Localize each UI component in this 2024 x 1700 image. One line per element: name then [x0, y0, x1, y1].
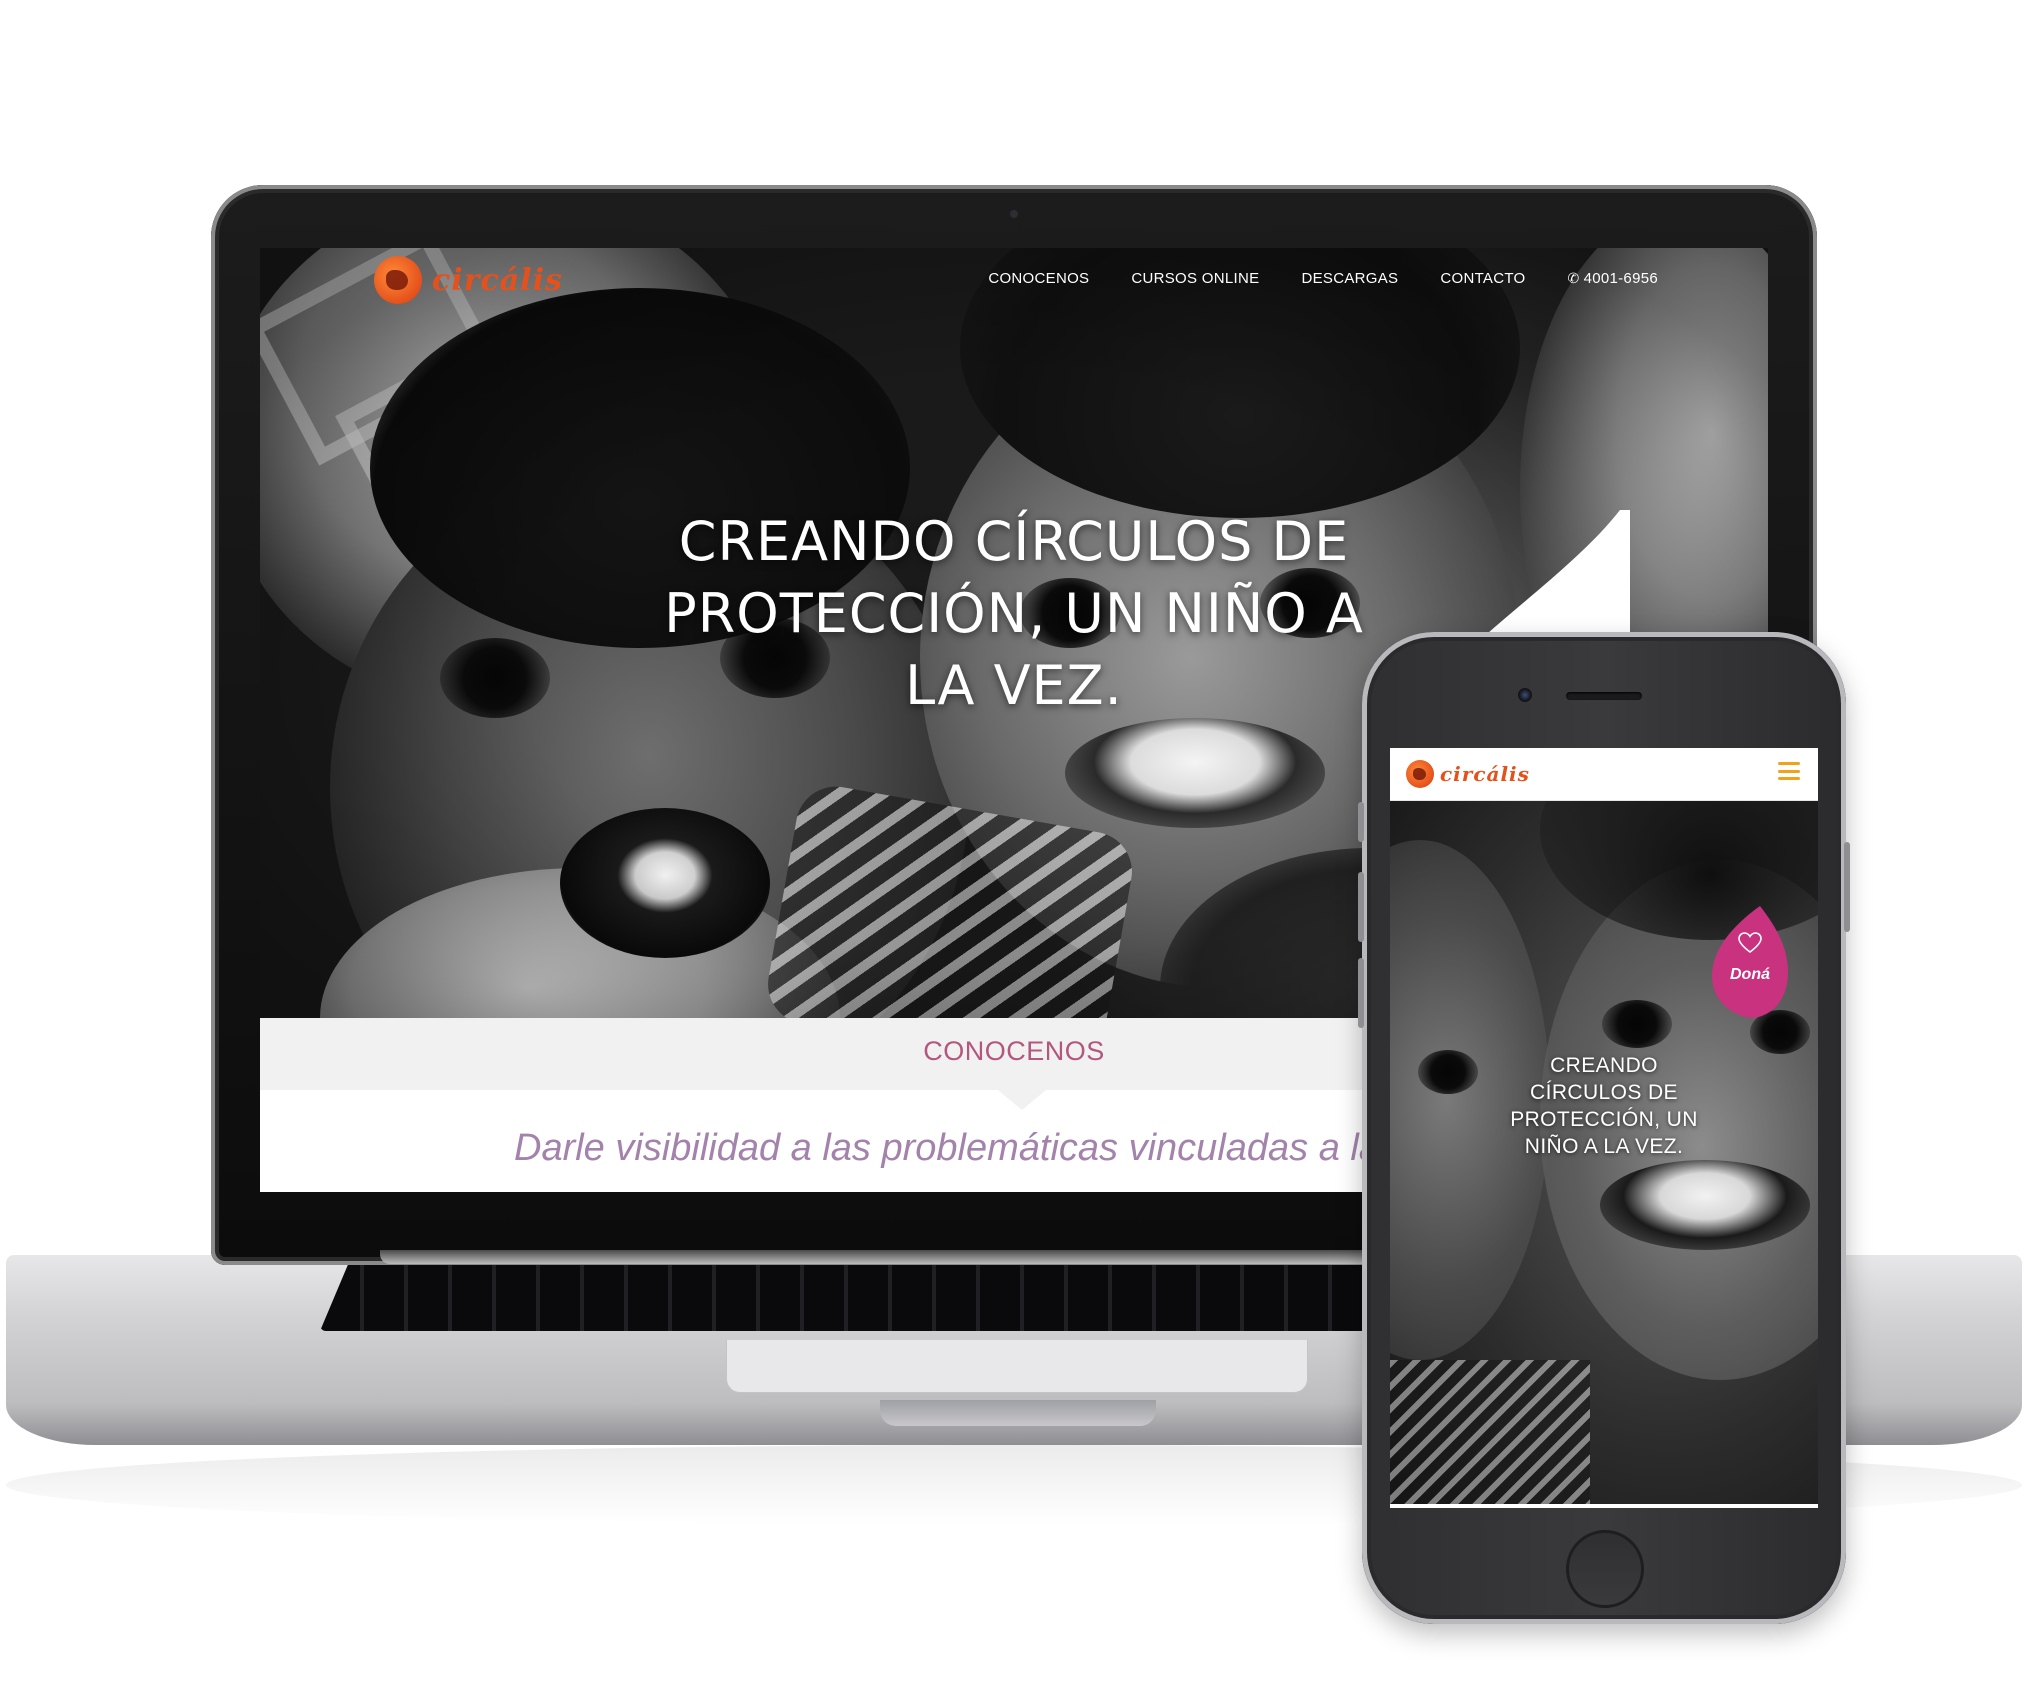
phone-screen: CREANDO CÍRCULOS DE PROTECCIÓN, UN NIÑO … — [1390, 748, 1818, 1508]
donate-leaf-shape — [1712, 906, 1788, 1018]
hamburger-menu-icon[interactable] — [1778, 762, 1800, 780]
device-mockup-scene: circális CONOCENOS CURSOS ONLINE DESCARG… — [0, 0, 2024, 1700]
mobile-hero-title-line: NIÑO A LA VEZ. — [1524, 1135, 1684, 1158]
nav-item-descargas[interactable]: DESCARGAS — [1301, 270, 1398, 287]
phone-camera — [1518, 688, 1532, 702]
mobile-hero-title-line: CREANDO — [1550, 1054, 1658, 1077]
laptop-camera — [1010, 210, 1018, 218]
site-logo[interactable]: circális — [374, 256, 563, 304]
phone-volume-up — [1358, 872, 1364, 942]
nav-item-cursos-online[interactable]: CURSOS ONLINE — [1131, 270, 1259, 287]
phone-speaker — [1566, 692, 1642, 700]
logo-mark-icon — [374, 256, 422, 304]
nav-links: CONOCENOS CURSOS ONLINE DESCARGAS CONTAC… — [988, 270, 1658, 287]
phone-volume-down — [1358, 958, 1364, 1028]
logo-mark-icon — [1406, 760, 1434, 788]
phone-power-button — [1844, 842, 1850, 932]
mobile-hero-title-line: PROTECCIÓN, UN — [1510, 1108, 1698, 1131]
nav-item-contacto[interactable]: CONTACTO — [1440, 270, 1525, 287]
mobile-hero-title: CREANDO CÍRCULOS DE PROTECCIÓN, UN NIÑO … — [1484, 1052, 1724, 1160]
phone-icon: ✆ — [1567, 270, 1580, 286]
nav-item-phone[interactable]: ✆ 4001-6956 — [1568, 270, 1658, 287]
nav-item-conocenos[interactable]: CONOCENOS — [988, 270, 1089, 287]
mobile-header: circális — [1390, 748, 1818, 801]
site-navbar: circális CONOCENOS CURSOS ONLINE DESCARG… — [260, 248, 1768, 312]
hero-title-line: CREANDO CÍRCULOS DE — [678, 510, 1350, 573]
phone-home-button — [1566, 1530, 1644, 1608]
mobile-hero-title-line: CÍRCULOS DE — [1530, 1081, 1678, 1104]
mobile-hero-photo: CREANDO CÍRCULOS DE PROTECCIÓN, UN NIÑO … — [1390, 800, 1818, 1504]
phone-number: 4001-6956 — [1583, 270, 1658, 287]
laptop-base-notch — [880, 1400, 1156, 1426]
phone-mute-switch — [1358, 802, 1364, 842]
donate-label: Doná — [1730, 966, 1770, 983]
logo-text: circális — [432, 262, 563, 298]
mobile-screen-bottom-line — [1390, 1504, 1818, 1508]
mobile-donate-button[interactable]: Doná — [1712, 906, 1788, 1018]
laptop-trackpad — [726, 1340, 1308, 1393]
mobile-logo-text: circális — [1440, 762, 1530, 786]
mobile-logo[interactable]: circális — [1406, 760, 1530, 788]
heart-icon — [1738, 932, 1762, 954]
hero-title-line: PROTECCIÓN, UN NIÑO A — [664, 582, 1364, 645]
section-arrow — [998, 1090, 1046, 1110]
phone-device: CREANDO CÍRCULOS DE PROTECCIÓN, UN NIÑO … — [1358, 632, 1850, 1624]
